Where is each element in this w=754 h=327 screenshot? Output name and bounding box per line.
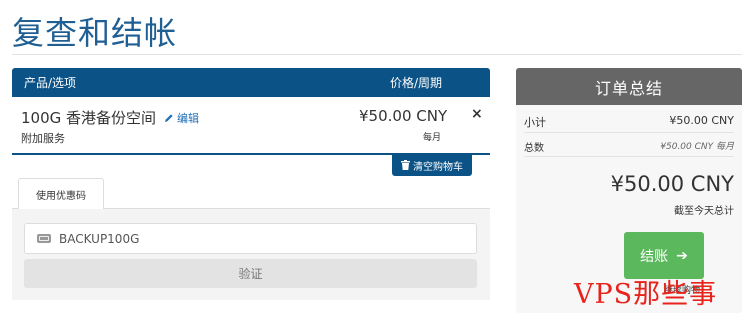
promo-code-tab[interactable]: 使用优惠码 <box>18 178 104 209</box>
cart-table: 产品/选项 价格/周期 100G 香港备份空间 编辑 附加服务 ¥50.00 C… <box>12 68 490 155</box>
watermark: VPS那些事 <box>574 279 718 310</box>
ticket-icon <box>37 234 51 243</box>
price-column-header: 价格/周期 <box>390 76 443 90</box>
remove-item-button[interactable]: × <box>471 106 483 122</box>
checkout-label: 结账 <box>640 248 669 265</box>
subtotal-row: 小计 ¥50.00 CNY <box>524 114 734 130</box>
due-today-label: 截至今天总计 <box>674 206 734 217</box>
empty-cart-label: 清空购物车 <box>413 161 463 173</box>
trash-icon <box>401 160 410 170</box>
total-label: 总数 <box>524 143 544 154</box>
promo-panel: BACKUP100G 验证 <box>12 208 490 300</box>
cart-table-header: 产品/选项 价格/周期 <box>12 68 490 97</box>
billing-cycle: 每月 <box>423 133 442 143</box>
pencil-icon <box>165 114 173 122</box>
product-column-header: 产品/选项 <box>24 76 77 90</box>
addon-label: 附加服务 <box>21 132 65 145</box>
edit-label: 编辑 <box>177 112 199 125</box>
promo-code-input[interactable]: BACKUP100G <box>24 223 477 254</box>
item-price: ¥50.00 CNY <box>359 107 448 125</box>
subtotal-label: 小计 <box>524 116 546 129</box>
subtotal-value: ¥50.00 CNY <box>669 114 734 127</box>
edit-link[interactable]: 编辑 <box>164 110 199 126</box>
summary-divider <box>524 132 734 133</box>
cart-item-row: 100G 香港备份空间 编辑 附加服务 ¥50.00 CNY 每月 × <box>12 97 490 155</box>
due-today-amount: ¥50.00 CNY <box>610 172 734 196</box>
promo-code-value: BACKUP100G <box>59 231 140 246</box>
total-row: 总数 ¥50.00 CNY 每月 <box>524 139 734 154</box>
total-value: ¥50.00 CNY 每月 <box>660 142 734 152</box>
page-title: 复查和结帐 <box>12 14 178 52</box>
validate-button[interactable]: 验证 <box>24 259 477 288</box>
product-name: 100G 香港备份空间 <box>21 109 157 127</box>
arrow-right-icon: ➔ <box>676 247 688 264</box>
empty-cart-button[interactable]: 清空购物车 <box>392 154 472 176</box>
summary-divider <box>524 156 734 157</box>
order-summary-title: 订单总结 <box>516 68 742 105</box>
title-divider <box>12 54 742 55</box>
